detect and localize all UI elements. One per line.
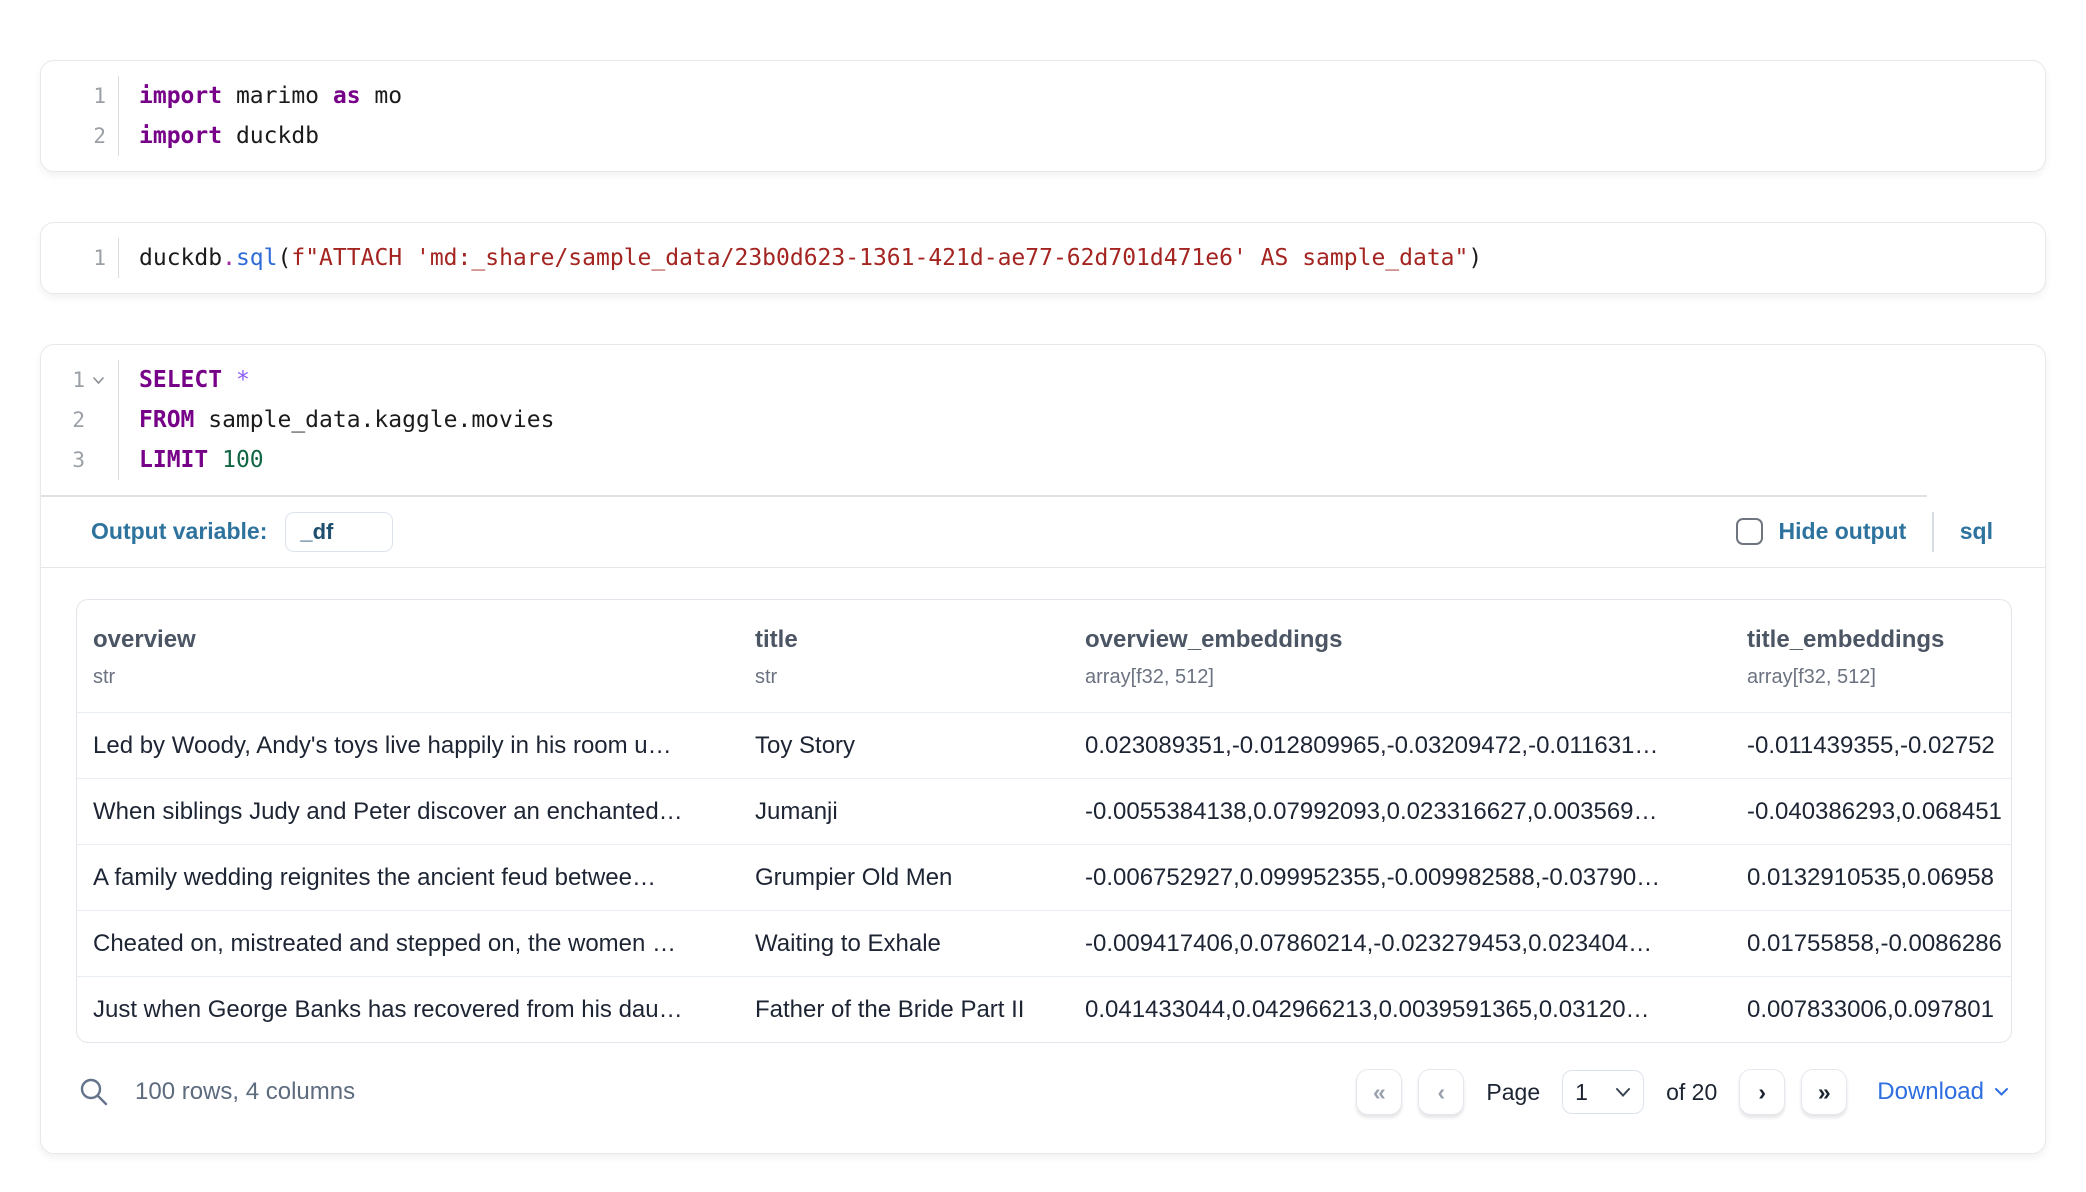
table-footer: 100 rows, 4 columns « ‹ Page 1 of 20 › »… — [41, 1043, 2045, 1153]
code-editor-imports[interactable]: 1 2 import marimo as mo import duckdb — [41, 61, 2045, 171]
column-header-overview[interactable]: overview str — [77, 624, 739, 690]
line-number: 2 — [41, 400, 118, 440]
line-number: 1 — [41, 76, 118, 116]
table-header-row: overview str title str overview_embeddin… — [77, 600, 2011, 712]
table-row[interactable]: When siblings Judy and Peter discover an… — [77, 778, 2011, 844]
line-number-gutter: 1 2 — [41, 76, 119, 156]
dataframe-table: overview str title str overview_embeddin… — [76, 599, 2012, 1043]
column-header-title-embeddings[interactable]: title_embeddings array[f32, 512] — [1731, 624, 2011, 690]
first-page-button[interactable]: « — [1356, 1069, 1402, 1115]
code-line: FROM sample_data.kaggle.movies — [139, 400, 2045, 440]
page-select[interactable]: 1 — [1562, 1070, 1644, 1114]
search-icon[interactable] — [77, 1075, 111, 1109]
table-row[interactable]: A family wedding reignites the ancient f… — [77, 844, 2011, 910]
column-header-overview-embeddings[interactable]: overview_embeddings array[f32, 512] — [1069, 624, 1731, 690]
page-label: Page — [1486, 1079, 1540, 1106]
output-variable-label: Output variable: — [91, 518, 267, 545]
line-number-gutter: 1 2 3 — [41, 360, 119, 480]
row-count-summary: 100 rows, 4 columns — [135, 1078, 355, 1106]
line-number-gutter: 1 — [41, 238, 119, 278]
divider — [1932, 512, 1934, 552]
code-line: import marimo as mo — [139, 76, 2045, 116]
code-cell-attach: 1 duckdb.sql(f"ATTACH 'md:_share/sample_… — [40, 222, 2046, 294]
line-number: 2 — [41, 116, 118, 156]
next-page-icon: › — [1758, 1079, 1766, 1106]
sql-cell-controls: Output variable: Hide output sql — [41, 497, 2045, 567]
code-line: import duckdb — [139, 116, 2045, 156]
hide-output-checkbox[interactable] — [1736, 518, 1763, 545]
table-row[interactable]: Just when George Banks has recovered fro… — [77, 976, 2011, 1042]
prev-page-button[interactable]: ‹ — [1418, 1069, 1464, 1115]
code-line: duckdb.sql(f"ATTACH 'md:_share/sample_da… — [139, 238, 2045, 278]
language-toggle-sql[interactable]: sql — [1960, 518, 1993, 545]
prev-page-icon: ‹ — [1438, 1079, 1446, 1106]
table-row[interactable]: Cheated on, mistreated and stepped on, t… — [77, 910, 2011, 976]
last-page-icon: » — [1818, 1079, 1831, 1106]
code-line: SELECT * — [139, 360, 2045, 400]
chevron-down-icon — [1994, 1087, 2009, 1097]
line-number: 1 — [41, 360, 118, 400]
sql-cell: 1 2 3 SELECT * FROM sample_data.kaggle.m… — [40, 344, 2046, 1154]
page-count-label: of 20 — [1666, 1079, 1717, 1106]
last-page-button[interactable]: » — [1801, 1069, 1847, 1115]
query-output: overview str title str overview_embeddin… — [41, 568, 2045, 1043]
line-number: 3 — [41, 440, 118, 480]
first-page-icon: « — [1373, 1079, 1386, 1106]
chevron-down-icon — [1615, 1087, 1631, 1098]
code-cell-imports: 1 2 import marimo as mo import duckdb — [40, 60, 2046, 172]
table-row[interactable]: Led by Woody, Andy's toys live happily i… — [77, 712, 2011, 778]
hide-output-label: Hide output — [1779, 518, 1907, 545]
code-editor-sql[interactable]: 1 2 3 SELECT * FROM sample_data.kaggle.m… — [41, 345, 2045, 495]
code-line: LIMIT 100 — [139, 440, 2045, 480]
column-header-title[interactable]: title str — [739, 624, 1069, 690]
output-variable-input[interactable] — [285, 512, 393, 552]
notebook-page: 1 2 import marimo as mo import duckdb 1 … — [0, 0, 2086, 1154]
download-button[interactable]: Download — [1877, 1078, 2009, 1106]
code-editor-attach[interactable]: 1 duckdb.sql(f"ATTACH 'md:_share/sample_… — [41, 223, 2045, 293]
next-page-button[interactable]: › — [1739, 1069, 1785, 1115]
line-number: 1 — [41, 238, 118, 278]
fold-chevron-icon[interactable] — [91, 375, 106, 386]
